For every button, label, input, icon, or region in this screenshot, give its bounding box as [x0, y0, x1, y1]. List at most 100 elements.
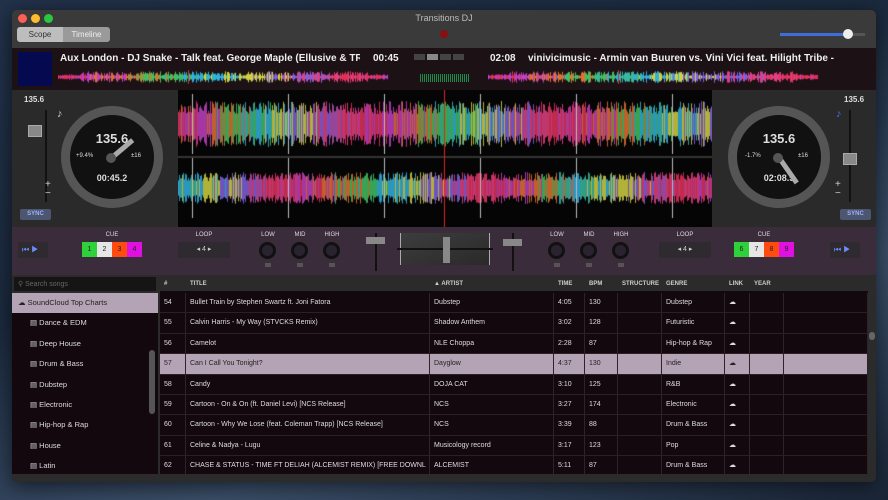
column-header[interactable]: LINK [725, 277, 750, 291]
cue-button-1[interactable]: 1 [82, 242, 97, 257]
pitch-plus-minus[interactable]: + − [45, 180, 51, 199]
soundcloud-icon[interactable]: ☁ [729, 360, 736, 367]
volume-knob[interactable] [843, 29, 853, 39]
left-sync-button[interactable]: SYNC [20, 209, 51, 220]
right-eq-low-knob[interactable] [548, 242, 565, 259]
search-input[interactable]: ⚲ Search songs [14, 277, 156, 291]
track-title: Celine & Nadya - Lugu [186, 435, 430, 456]
table-row[interactable]: 56 Camelot NLE Choppa 2:28 87 Hip-hop & Rap ☁ [160, 333, 868, 355]
cue-button-9[interactable]: 9 [779, 242, 794, 257]
soundcloud-icon[interactable]: ☁ [729, 381, 736, 388]
sidebar-item[interactable]: ▤ Dubstep [12, 375, 158, 395]
master-volume-slider[interactable] [780, 29, 865, 39]
link-cell[interactable]: ☁ [725, 333, 750, 354]
cue-button-6[interactable]: 6 [734, 242, 749, 257]
table-row[interactable]: 60 Cartoon - Why We Lose (feat. Coleman T… [160, 415, 868, 436]
table-scrollbar[interactable] [869, 332, 875, 340]
left-pitch-handle[interactable] [28, 125, 42, 137]
tab-timeline[interactable]: Timeline [63, 27, 110, 42]
right-eq-low-kill[interactable] [554, 263, 560, 267]
right-pitch-handle[interactable] [843, 153, 857, 165]
tab-scope[interactable]: Scope [17, 27, 63, 42]
soundcloud-icon[interactable]: ☁ [729, 462, 736, 469]
right-eq-mid-knob[interactable] [580, 242, 597, 259]
left-eq-low-knob[interactable] [259, 242, 276, 259]
sidebar-item[interactable]: ▤ Deep House [12, 334, 158, 354]
layout-switcher[interactable] [414, 54, 464, 60]
right-eq-high-knob[interactable] [612, 242, 629, 259]
column-header[interactable]: BPM [585, 277, 618, 291]
left-eq-high-kill[interactable] [329, 263, 335, 267]
sidebar-item[interactable]: ▤ Latin [12, 456, 158, 474]
right-transport[interactable]: ⏮ ▶ [830, 242, 860, 258]
sidebar-item[interactable]: ☁ SoundCloud Top Charts [12, 293, 158, 313]
main-waveforms[interactable] [178, 90, 712, 227]
sidebar-item[interactable]: ▤ Electronic [12, 395, 158, 415]
column-header[interactable]: TITLE [186, 277, 430, 291]
soundcloud-icon[interactable]: ☁ [729, 340, 736, 347]
soundcloud-icon[interactable]: ☁ [729, 299, 736, 306]
track-time: 2:28 [554, 333, 585, 354]
right-eq-high-label: HIGH [613, 232, 629, 238]
column-header[interactable]: YEAR [750, 277, 784, 291]
link-cell[interactable]: ☁ [725, 415, 750, 435]
left-eq-mid-kill[interactable] [297, 263, 303, 267]
sidebar-item-label: House [39, 440, 61, 450]
table-row[interactable]: 62 CHASE & STATUS - TIME FT DELIAH (ALCEM… [160, 456, 868, 474]
playlist-icon: ▤ [30, 359, 40, 369]
table-row[interactable]: 59 Cartoon - On & On (ft. Daniel Levi) [N… [160, 395, 868, 416]
right-eq-high-kill[interactable] [618, 263, 624, 267]
table-row[interactable]: 55 Calvin Harris - My Way (STVCKS Remix) S… [160, 313, 868, 334]
left-transport[interactable]: ⏮ ▶ [18, 242, 48, 258]
crossfader-handle[interactable] [443, 237, 450, 263]
cue-button-2[interactable]: 2 [97, 242, 112, 257]
table-row[interactable]: 58 Candy DOJA CAT 3:10 125 R&B ☁ [160, 374, 868, 395]
sidebar-item[interactable]: ▤ Hip-hop & Rap [12, 415, 158, 435]
column-header[interactable]: # [160, 277, 186, 291]
record-button[interactable] [440, 30, 448, 38]
sidebar-scrollbar[interactable] [149, 350, 155, 414]
cue-button-4[interactable]: 4 [127, 242, 142, 257]
left-eq-low-kill[interactable] [265, 263, 271, 267]
dial-bpm: 135.6 [762, 131, 796, 146]
cue-button-3[interactable]: 3 [112, 242, 127, 257]
sidebar-item[interactable]: ▤ House [12, 436, 158, 456]
right-sync-button[interactable]: SYNC [840, 209, 871, 220]
link-cell[interactable]: ☁ [725, 313, 750, 333]
link-cell[interactable]: ☁ [725, 456, 750, 474]
crossfader[interactable] [397, 233, 493, 265]
column-header[interactable]: ▲ ARTIST [430, 277, 554, 291]
sidebar-item[interactable]: ▤ Drum & Bass [12, 354, 158, 374]
left-eq-mid-knob[interactable] [291, 242, 308, 259]
link-cell[interactable]: ☁ [725, 374, 750, 394]
sidebar-item[interactable]: ▤ Dance & EDM [12, 313, 158, 333]
soundcloud-icon[interactable]: ☁ [729, 421, 736, 428]
link-cell[interactable]: ☁ [725, 435, 750, 456]
cue-button-7[interactable]: 7 [749, 242, 764, 257]
left-jog-wheel[interactable]: 135.6 +9.4% ±16 00:45.2 [61, 106, 163, 208]
left-loop-control[interactable]: ◂ 4 ▸ [178, 242, 230, 258]
table-row[interactable]: 61 Celine & Nadya - Lugu Musicology record… [160, 435, 868, 457]
column-header[interactable]: TIME [554, 277, 585, 291]
link-cell[interactable]: ☁ [725, 293, 750, 313]
soundcloud-icon[interactable]: ☁ [729, 442, 736, 449]
right-eq-mid-kill[interactable] [586, 263, 592, 267]
column-header[interactable]: GENRE [662, 277, 725, 291]
link-cell[interactable]: ☁ [725, 354, 750, 374]
pitch-plus-minus[interactable]: + − [835, 180, 841, 199]
column-header[interactable]: STRUCTURE [618, 277, 662, 291]
table-row[interactable]: 57 Can I Call You Tonight? Dayglow 4:37 130 I… [160, 354, 868, 375]
soundcloud-icon[interactable]: ☁ [729, 401, 736, 408]
left-fader-handle[interactable] [366, 237, 385, 244]
right-overview-waveform[interactable] [488, 70, 828, 84]
extra-cell [784, 435, 868, 456]
soundcloud-icon[interactable]: ☁ [729, 319, 736, 326]
table-row[interactable]: 54 Bullet Train by Stephen Swartz ft. Jon… [160, 293, 868, 314]
left-overview-waveform[interactable] [58, 70, 398, 84]
right-fader-handle[interactable] [503, 239, 522, 246]
right-loop-control[interactable]: ◂ 4 ▸ [659, 242, 711, 258]
left-eq-high-knob[interactable] [323, 242, 340, 259]
link-cell[interactable]: ☁ [725, 395, 750, 415]
right-jog-wheel[interactable]: 135.6 -1.7% ±16 02:08.5 [728, 106, 830, 208]
cue-button-8[interactable]: 8 [764, 242, 779, 257]
